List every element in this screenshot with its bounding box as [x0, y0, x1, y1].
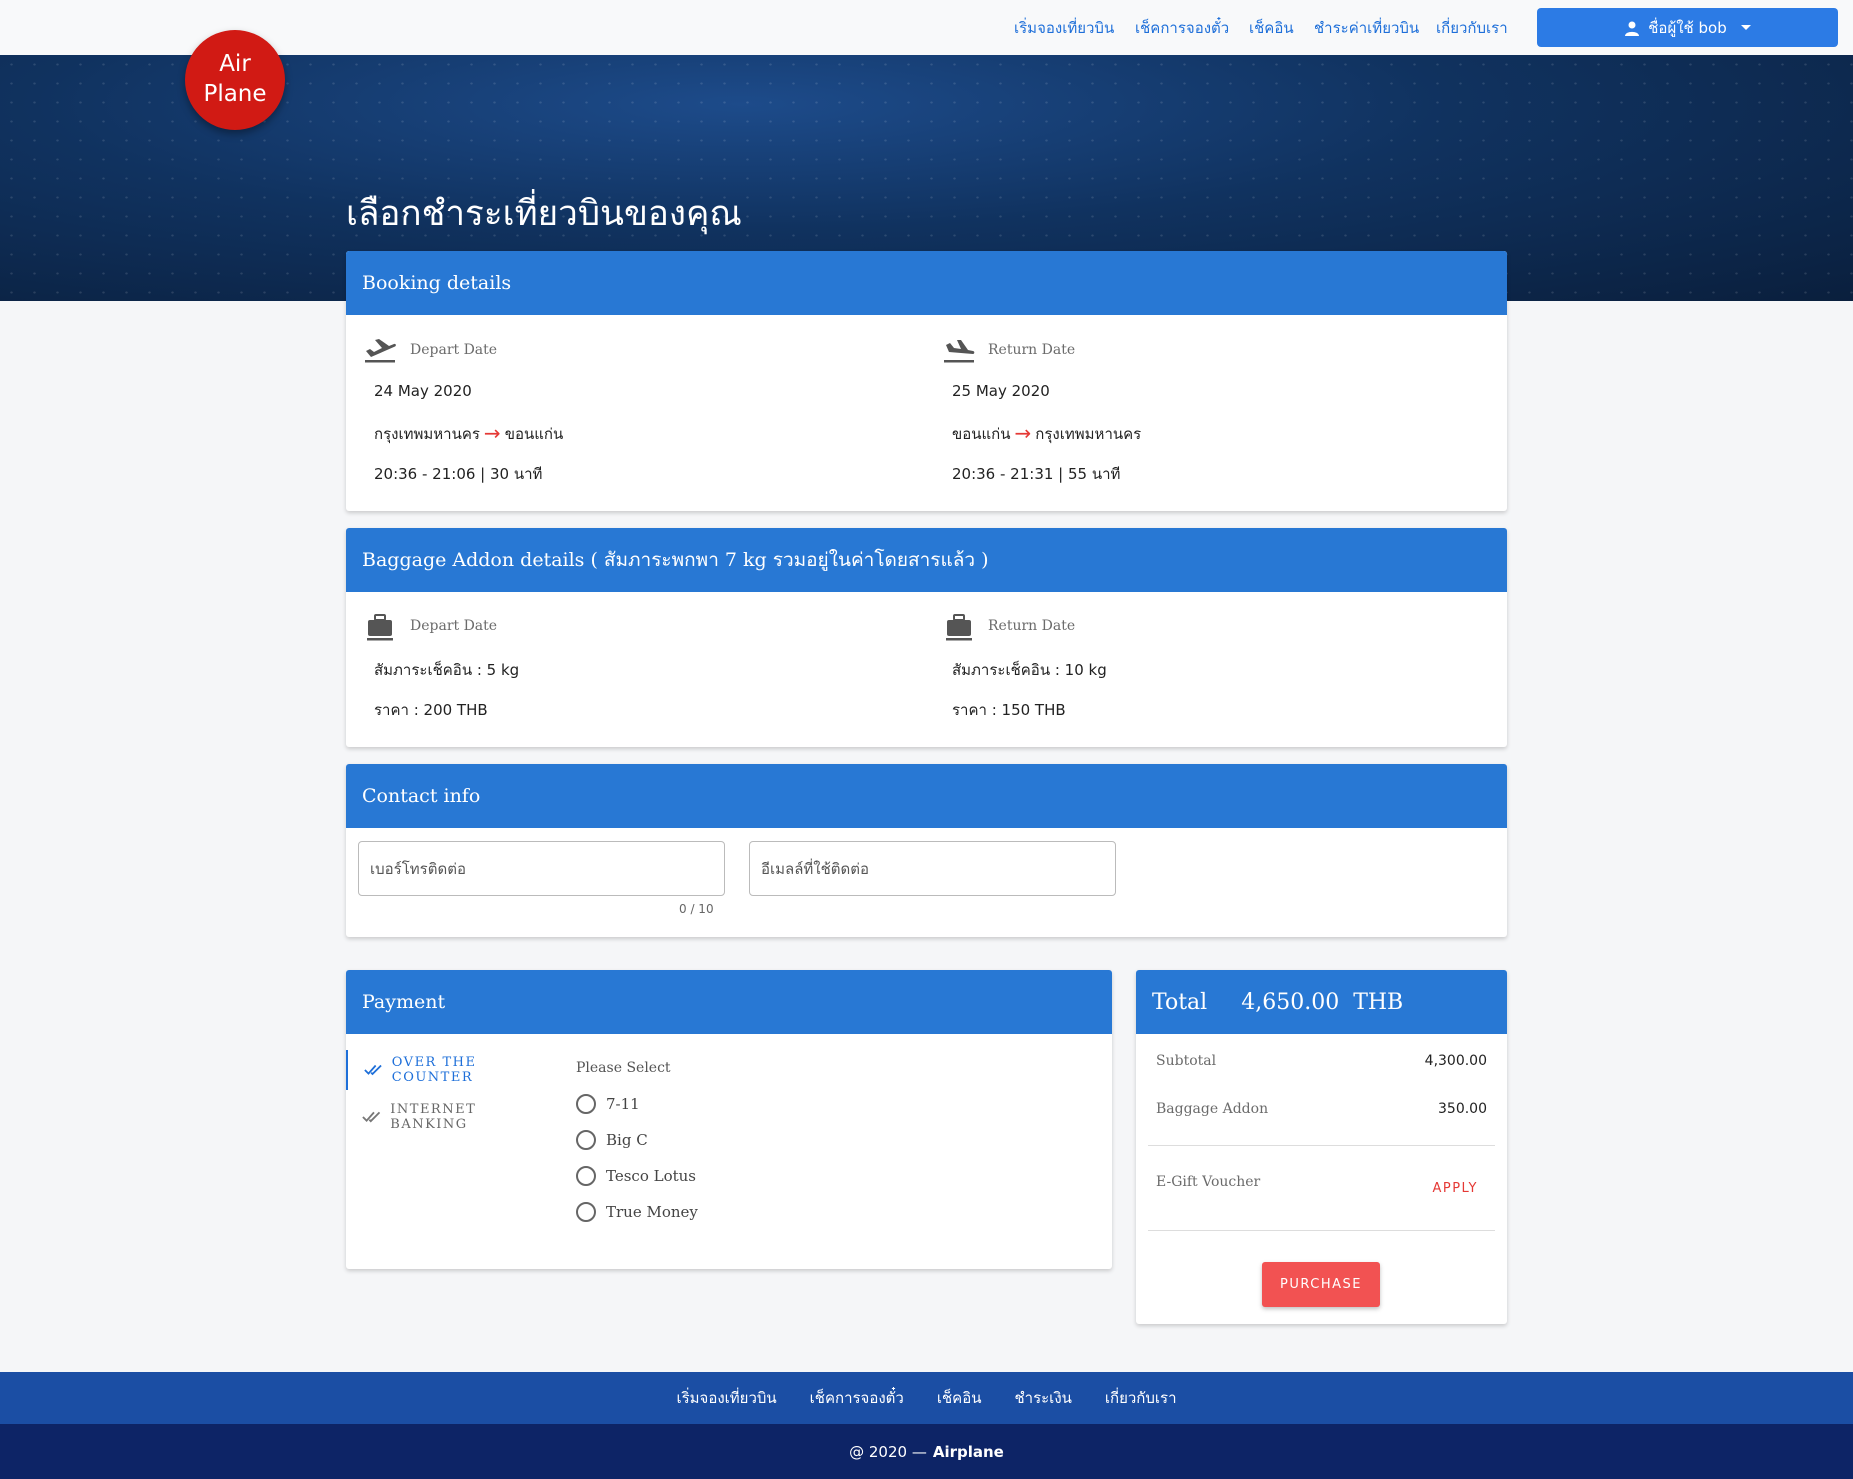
arrow-right-icon: →	[1014, 421, 1032, 445]
footer-nav: เริ่มจองเที่ยวบิน เช็คการจองตั๋ว เช็คอิน…	[0, 1372, 1853, 1424]
total-header: Total 4,650.00 THB	[1136, 970, 1507, 1034]
phone-field[interactable]: เบอร์โทรติดต่อ	[358, 841, 725, 896]
phone-char-counter: 0 / 10	[679, 902, 714, 916]
depart-origin: กรุงเทพมหานคร	[374, 425, 480, 443]
payment-option-big-c[interactable]: Big C	[576, 1130, 648, 1150]
divider	[1148, 1230, 1495, 1231]
radio-button[interactable]	[576, 1094, 596, 1114]
flight-landing-icon	[944, 340, 975, 363]
nav-link-check-booking[interactable]: เช็คการจองตั๋ว	[1135, 16, 1229, 40]
footer-link-about[interactable]: เกี่ยวกับเรา	[1105, 1386, 1177, 1410]
subtotal-label: Subtotal	[1156, 1053, 1217, 1069]
tab-over-the-counter-label: OVER THE COUNTER	[391, 1055, 477, 1085]
payment-prompt: Please Select	[576, 1060, 671, 1076]
return-time: 20:36 - 21:31 | 55 นาที	[952, 465, 1121, 483]
return-origin: ขอนแก่น	[952, 425, 1011, 443]
depart-time: 20:36 - 21:06 | 30 นาที	[374, 465, 543, 483]
nav-link-about[interactable]: เกี่ยวกับเรา	[1436, 16, 1508, 40]
payment-option-tesco-lotus[interactable]: Tesco Lotus	[576, 1166, 696, 1186]
radio-button[interactable]	[576, 1130, 596, 1150]
baggage-return-weight: สัมภาระเช็คอิน : 10 kg	[952, 661, 1107, 679]
airplane-logo[interactable]: Air Plane	[185, 30, 285, 130]
return-date-value: 25 May 2020	[952, 382, 1050, 400]
baggage-details-card: Baggage Addon details ( สัมภาระพกพา 7 kg…	[346, 528, 1507, 747]
user-icon	[1625, 21, 1640, 36]
payment-option-label: Tesco Lotus	[606, 1167, 696, 1185]
caret-down-icon	[1740, 25, 1751, 30]
divider	[1148, 1145, 1495, 1146]
baggage-depart-price: ราคา : 200 THB	[374, 701, 488, 719]
page-title: เลือกชำระเที่ยวบินของคุณ	[346, 194, 742, 234]
return-date-label: Return Date	[988, 342, 1076, 358]
baggage-addon-label: Baggage Addon	[1156, 1101, 1269, 1117]
depart-date-value: 24 May 2020	[374, 382, 472, 400]
user-menu-button[interactable]: ชื่อผู้ใช้ bob	[1537, 8, 1838, 47]
tab-internet-banking[interactable]: INTERNET BANKING	[346, 1097, 546, 1137]
return-route: ขอนแก่น → กรุงเทพมหานคร	[952, 421, 1141, 446]
payment-option-label: True Money	[606, 1203, 698, 1221]
double-check-icon	[362, 1111, 381, 1123]
payment-card: Payment OVER THE COUNTER INTERNET BANKIN…	[346, 970, 1112, 1269]
luggage-icon	[946, 614, 972, 641]
luggage-icon	[367, 614, 393, 641]
flight-takeoff-icon	[365, 339, 396, 363]
logo-line-2: Plane	[203, 81, 267, 107]
footer-link-check-in[interactable]: เช็คอิน	[937, 1386, 982, 1410]
baggage-details-title: Baggage Addon details ( สัมภาระพกพา 7 kg…	[346, 528, 1507, 592]
double-check-icon	[364, 1064, 382, 1076]
copyright-text: @ 2020 —	[849, 1442, 927, 1461]
return-destination: กรุงเทพมหานคร	[1035, 425, 1142, 443]
footer-link-payment[interactable]: ชำระเงิน	[1014, 1386, 1071, 1410]
payment-option-true-money[interactable]: True Money	[576, 1202, 698, 1222]
tab-internet-banking-label: INTERNET BANKING	[390, 1102, 477, 1132]
total-amount: 4,650.00	[1241, 989, 1340, 1015]
purchase-button[interactable]: PURCHASE	[1262, 1262, 1380, 1307]
payment-option-7-11[interactable]: 7-11	[576, 1094, 640, 1114]
user-menu-label: ชื่อผู้ใช้ bob	[1648, 18, 1727, 37]
payment-option-label: 7-11	[606, 1095, 640, 1113]
tab-over-the-counter[interactable]: OVER THE COUNTER	[346, 1050, 546, 1090]
footer-link-book-flight[interactable]: เริ่มจองเที่ยวบิน	[676, 1386, 776, 1410]
depart-destination: ขอนแก่น	[504, 425, 564, 443]
copyright-brand: Airplane	[932, 1442, 1004, 1461]
total-label: Total	[1152, 989, 1208, 1015]
logo-line-1: Air	[219, 51, 251, 78]
booking-details-title: Booking details	[346, 251, 1507, 315]
baggage-return-price: ราคา : 150 THB	[952, 701, 1066, 719]
payment-title: Payment	[346, 970, 1112, 1034]
footer-copyright: @ 2020 — Airplane	[0, 1424, 1853, 1479]
footer-link-check-booking[interactable]: เช็คการจองตั๋ว	[810, 1386, 904, 1410]
baggage-depart-label: Depart Date	[410, 618, 498, 634]
apply-voucher-button[interactable]: APPLY	[1432, 1181, 1478, 1196]
contact-info-card: Contact info เบอร์โทรติดต่อ 0 / 10 อีเมล…	[346, 764, 1507, 937]
baggage-addon-value: 350.00	[1438, 1101, 1487, 1117]
baggage-depart-weight: สัมภาระเช็คอิน : 5 kg	[374, 661, 520, 679]
payment-option-label: Big C	[606, 1131, 648, 1149]
nav-link-book-flight[interactable]: เริ่มจองเที่ยวบิน	[1014, 16, 1114, 40]
baggage-return-label: Return Date	[988, 618, 1076, 634]
depart-date-label: Depart Date	[410, 342, 498, 358]
total-currency: THB	[1353, 989, 1404, 1015]
e-gift-voucher-label: E-Gift Voucher	[1156, 1174, 1261, 1190]
subtotal-value: 4,300.00	[1424, 1053, 1487, 1069]
nav-link-pay-flight[interactable]: ชำระค่าเที่ยวบิน	[1314, 16, 1419, 40]
order-total-card: Total 4,650.00 THB Subtotal 4,300.00 Bag…	[1136, 970, 1507, 1324]
depart-route: กรุงเทพมหานคร → ขอนแก่น	[374, 421, 563, 446]
email-field[interactable]: อีเมลล์ที่ใช้ติดต่อ	[749, 841, 1116, 896]
top-navbar: เริ่มจองเที่ยวบิน เช็คการจองตั๋ว เช็คอิน…	[0, 0, 1853, 55]
booking-details-card: Booking details Depart Date 24 May 2020 …	[346, 251, 1507, 511]
arrow-right-icon: →	[483, 421, 501, 445]
radio-button[interactable]	[576, 1202, 596, 1222]
contact-info-title: Contact info	[346, 764, 1507, 828]
nav-link-check-in[interactable]: เช็คอิน	[1249, 16, 1294, 40]
radio-button[interactable]	[576, 1166, 596, 1186]
